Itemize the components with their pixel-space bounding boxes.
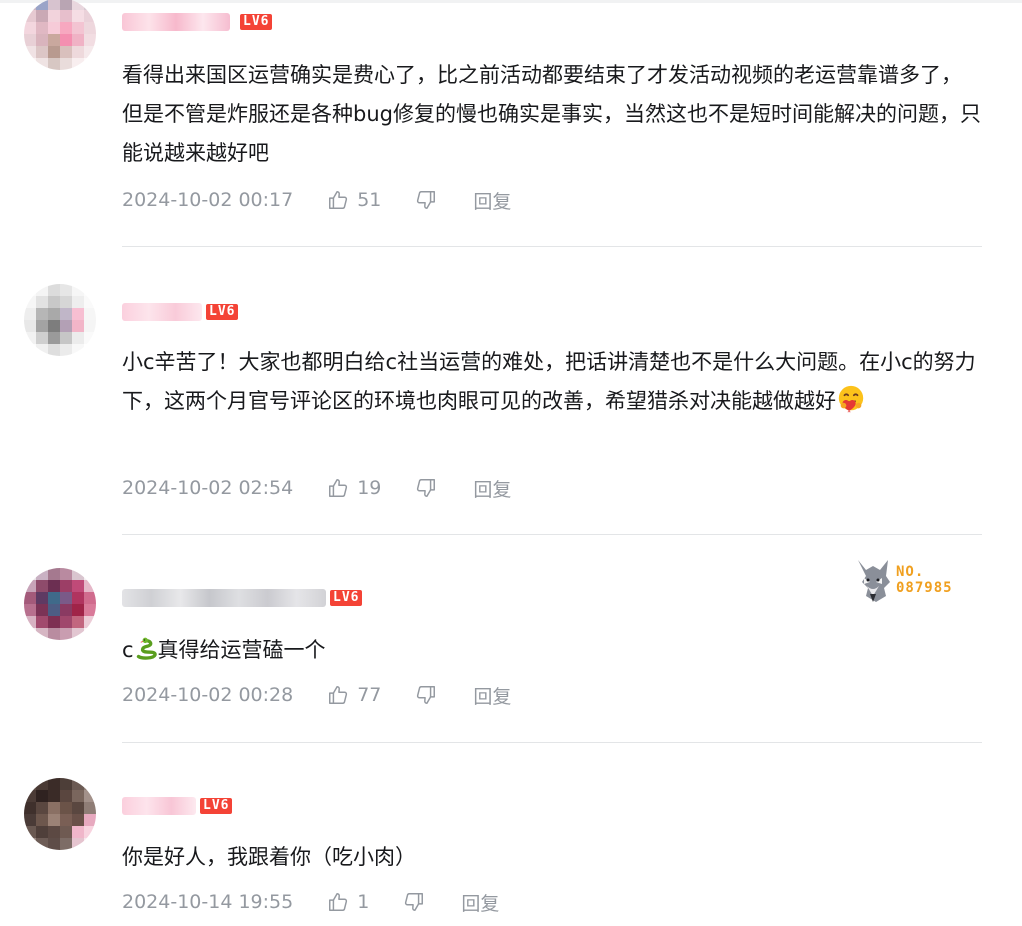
comment-text: c 真得给运营磕一个 <box>122 631 982 670</box>
comment-text: 你是好人，我跟着你（吃小肉） <box>122 845 416 869</box>
comment-time: 2024-10-02 00:17 <box>122 189 294 211</box>
dislike-button[interactable] <box>415 477 437 499</box>
like-count: 51 <box>357 189 382 211</box>
like-button[interactable]: 19 <box>327 477 381 499</box>
username[interactable]: LV6 <box>122 797 233 815</box>
like-button[interactable]: 1 <box>327 891 369 913</box>
comment-time: 2024-10-02 02:54 <box>122 477 294 499</box>
dislike-button[interactable] <box>415 684 437 706</box>
level-badge: LV6 <box>200 798 233 814</box>
like-button[interactable]: 77 <box>327 684 381 706</box>
comment-time: 2024-10-02 00:28 <box>122 684 294 706</box>
thumbs-down-icon <box>417 479 436 497</box>
comment-meta: 2024-10-02 00:17 51 回复 <box>122 186 511 214</box>
dislike-button[interactable] <box>415 189 437 211</box>
comment-text-prefix: c <box>122 638 134 662</box>
snake-emoji-icon <box>136 637 157 660</box>
comment-divider <box>122 246 982 247</box>
thumbs-down-icon <box>417 686 436 704</box>
wolf-badge-icon <box>858 560 890 602</box>
comment-meta: 2024-10-14 19:55 1 回复 <box>122 888 499 916</box>
hugging-face-emoji-icon <box>838 385 864 413</box>
dislike-button[interactable] <box>403 891 425 913</box>
comment-divider <box>122 742 982 743</box>
thumbs-down-icon <box>417 191 436 209</box>
like-count: 77 <box>357 684 382 706</box>
like-count: 1 <box>357 891 370 913</box>
fan-badge[interactable]: NO. 087985 <box>852 556 953 604</box>
top-border <box>0 0 1022 3</box>
username-blurred <box>122 13 230 31</box>
comment-text-suffix: 真得给运营磕一个 <box>157 638 326 662</box>
avatar[interactable] <box>24 568 96 640</box>
comment-text: 小c辛苦了！大家也都明白给c社当运营的难处，把话讲清楚也不是什么大问题。在小c的… <box>122 343 982 421</box>
comment-meta: 2024-10-02 02:54 19 回复 <box>122 474 511 502</box>
thumbs-up-icon <box>329 893 348 911</box>
fan-badge-line1: NO. <box>896 564 925 580</box>
thumbs-up-icon <box>329 479 348 497</box>
username-blurred <box>122 797 196 815</box>
reply-button[interactable]: 回复 <box>461 889 499 916</box>
thumbs-up-icon <box>329 191 348 209</box>
fan-badge-number: NO. 087985 <box>896 564 953 596</box>
like-button[interactable]: 51 <box>327 189 381 211</box>
username-blurred <box>122 589 326 607</box>
level-badge: LV6 <box>330 590 363 606</box>
avatar[interactable] <box>24 284 96 356</box>
thumbs-down-icon <box>405 893 424 911</box>
username[interactable]: LV6 <box>122 589 363 607</box>
comment-time: 2024-10-14 19:55 <box>122 891 294 913</box>
thumbs-up-icon <box>329 686 348 704</box>
reply-button[interactable]: 回复 <box>473 682 511 709</box>
avatar[interactable] <box>24 0 96 70</box>
like-count: 19 <box>357 477 382 499</box>
comment-text: 看得出来国区运营确实是费心了，比之前活动都要结束了才发活动视频的老运营靠谱多了，… <box>122 63 981 165</box>
level-badge: LV6 <box>240 14 273 30</box>
comment-meta: 2024-10-02 00:28 77 回复 <box>122 681 511 709</box>
avatar[interactable] <box>24 778 96 850</box>
fan-badge-line2: 087985 <box>896 580 953 596</box>
reply-button[interactable]: 回复 <box>473 475 511 502</box>
username[interactable]: LV6 <box>122 303 239 321</box>
username-blurred <box>122 303 202 321</box>
username[interactable]: LV6 <box>122 13 273 31</box>
level-badge: LV6 <box>206 304 239 320</box>
comment-divider <box>122 534 982 535</box>
reply-button[interactable]: 回复 <box>473 187 511 214</box>
